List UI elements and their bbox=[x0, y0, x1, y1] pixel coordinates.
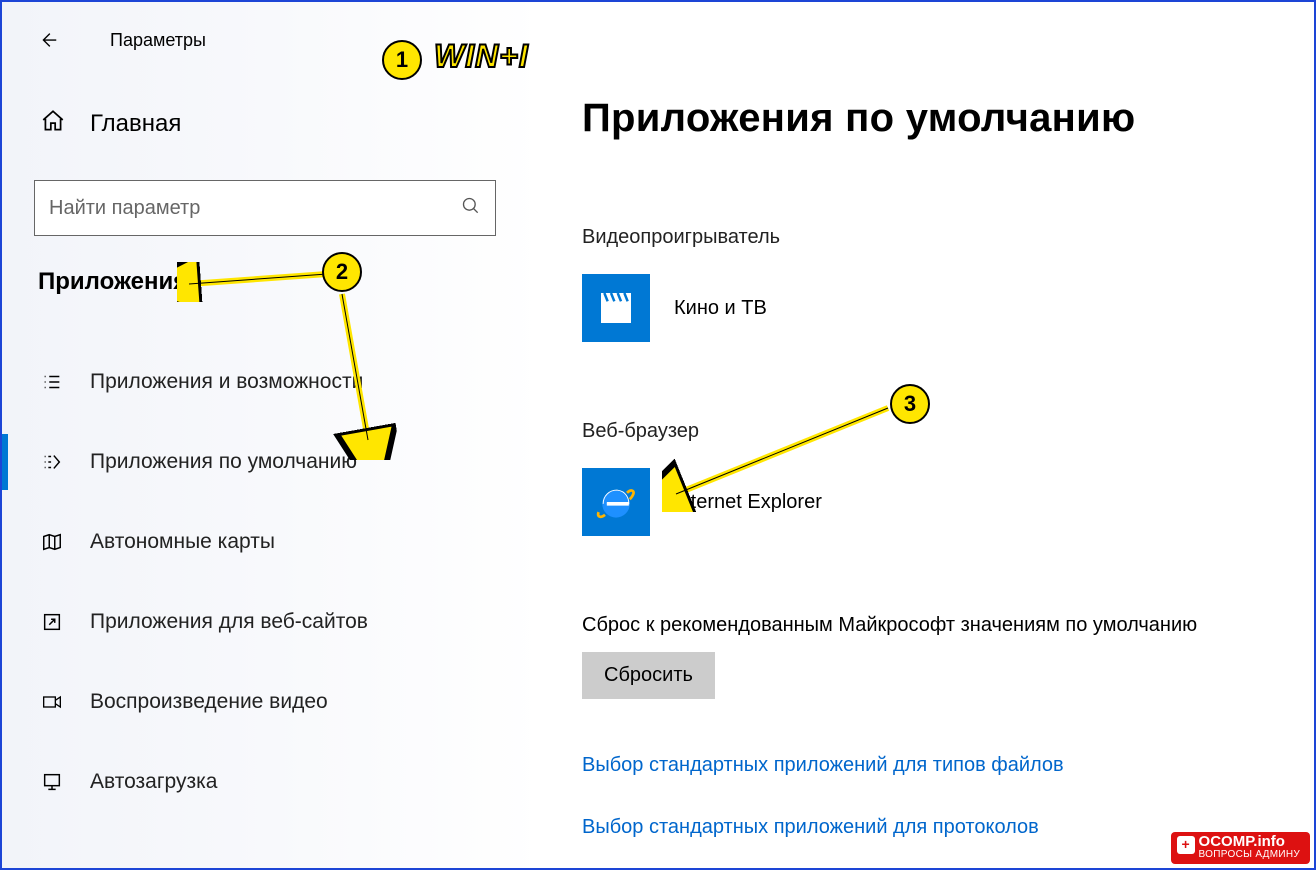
defaults-icon bbox=[38, 451, 66, 473]
list-icon bbox=[38, 371, 66, 393]
default-video-app[interactable]: Кино и ТВ bbox=[582, 274, 767, 342]
link-filetypes[interactable]: Выбор стандартных приложений для типов ф… bbox=[582, 754, 1064, 777]
map-icon bbox=[38, 531, 66, 553]
annotation-hotkey: WIN+I bbox=[434, 38, 529, 75]
home-icon bbox=[40, 108, 66, 139]
annotation-arrow-2a bbox=[177, 262, 337, 302]
annotation-arrow-3 bbox=[662, 402, 902, 512]
search-icon bbox=[461, 196, 481, 221]
sidebar-item-label: Приложения и возможности bbox=[90, 370, 363, 394]
video-icon bbox=[38, 692, 66, 712]
sidebar-item-label: Автозагрузка bbox=[90, 770, 217, 794]
default-video-app-name: Кино и ТВ bbox=[674, 297, 767, 320]
sidebar-home[interactable]: Главная bbox=[40, 108, 181, 139]
sidebar-item-label: Воспроизведение видео bbox=[90, 690, 328, 714]
window-header: Параметры bbox=[32, 24, 206, 56]
sidebar-item-offline-maps[interactable]: Автономные карты bbox=[2, 502, 542, 582]
video-player-heading: Видеопроигрыватель bbox=[582, 226, 780, 249]
reset-description: Сброс к рекомендованным Майкрософт значе… bbox=[582, 614, 1197, 637]
watermark-subtitle: ВОПРОСЫ АДМИНУ bbox=[1199, 850, 1300, 861]
sidebar-section-title: Приложения bbox=[38, 268, 187, 296]
sidebar-item-video-playback[interactable]: Воспроизведение видео bbox=[2, 662, 542, 742]
page-title: Приложения по умолчанию bbox=[582, 96, 1135, 141]
startup-icon bbox=[38, 771, 66, 793]
settings-window: Параметры Главная Приложения bbox=[0, 0, 1316, 870]
sidebar-item-websites[interactable]: Приложения для веб-сайтов bbox=[2, 582, 542, 662]
annotation-callout-3: 3 bbox=[890, 384, 930, 424]
sidebar-item-default-apps[interactable]: Приложения по умолчанию bbox=[2, 422, 542, 502]
movies-tv-icon bbox=[582, 274, 650, 342]
search-input[interactable] bbox=[49, 197, 461, 220]
annotation-callout-2: 2 bbox=[322, 252, 362, 292]
reset-button[interactable]: Сбросить bbox=[582, 652, 715, 699]
window-title: Параметры bbox=[110, 30, 206, 51]
back-button[interactable] bbox=[32, 24, 64, 56]
sidebar-item-apps-features[interactable]: Приложения и возможности bbox=[2, 342, 542, 422]
watermark: OCOMP.info ВОПРОСЫ АДМИНУ bbox=[1171, 832, 1310, 864]
left-pane: Параметры Главная Приложения bbox=[2, 2, 542, 868]
sidebar-item-label: Приложения по умолчанию bbox=[90, 450, 357, 474]
sidebar-item-startup[interactable]: Автозагрузка bbox=[2, 742, 542, 822]
content-pane: Приложения по умолчанию Видеопроигрывате… bbox=[542, 2, 1314, 868]
annotation-arrow-2b bbox=[332, 290, 412, 460]
link-protocols[interactable]: Выбор стандартных приложений для протоко… bbox=[582, 816, 1039, 839]
sidebar-home-label: Главная bbox=[90, 110, 181, 138]
ie-icon bbox=[582, 468, 650, 536]
watermark-title: OCOMP.info bbox=[1199, 833, 1285, 850]
arrow-left-icon bbox=[37, 29, 59, 51]
sidebar-nav: Приложения и возможности Приложения по у… bbox=[2, 342, 542, 822]
sidebar-item-label: Автономные карты bbox=[90, 530, 275, 554]
annotation-callout-1: 1 bbox=[382, 40, 422, 80]
sidebar-item-label: Приложения для веб-сайтов bbox=[90, 610, 368, 634]
open-icon bbox=[38, 611, 66, 633]
search-box[interactable] bbox=[34, 180, 496, 236]
